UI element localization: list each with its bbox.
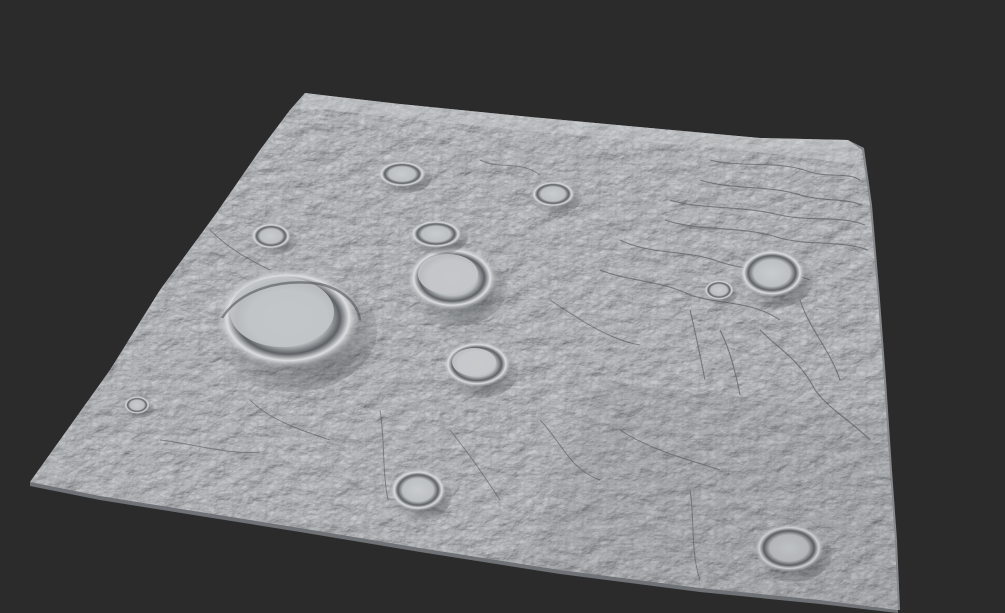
terrain-render: [30, 93, 900, 613]
render-viewport: [0, 0, 1005, 613]
terrain-surface: [30, 93, 898, 610]
crater-large: [207, 268, 377, 392]
